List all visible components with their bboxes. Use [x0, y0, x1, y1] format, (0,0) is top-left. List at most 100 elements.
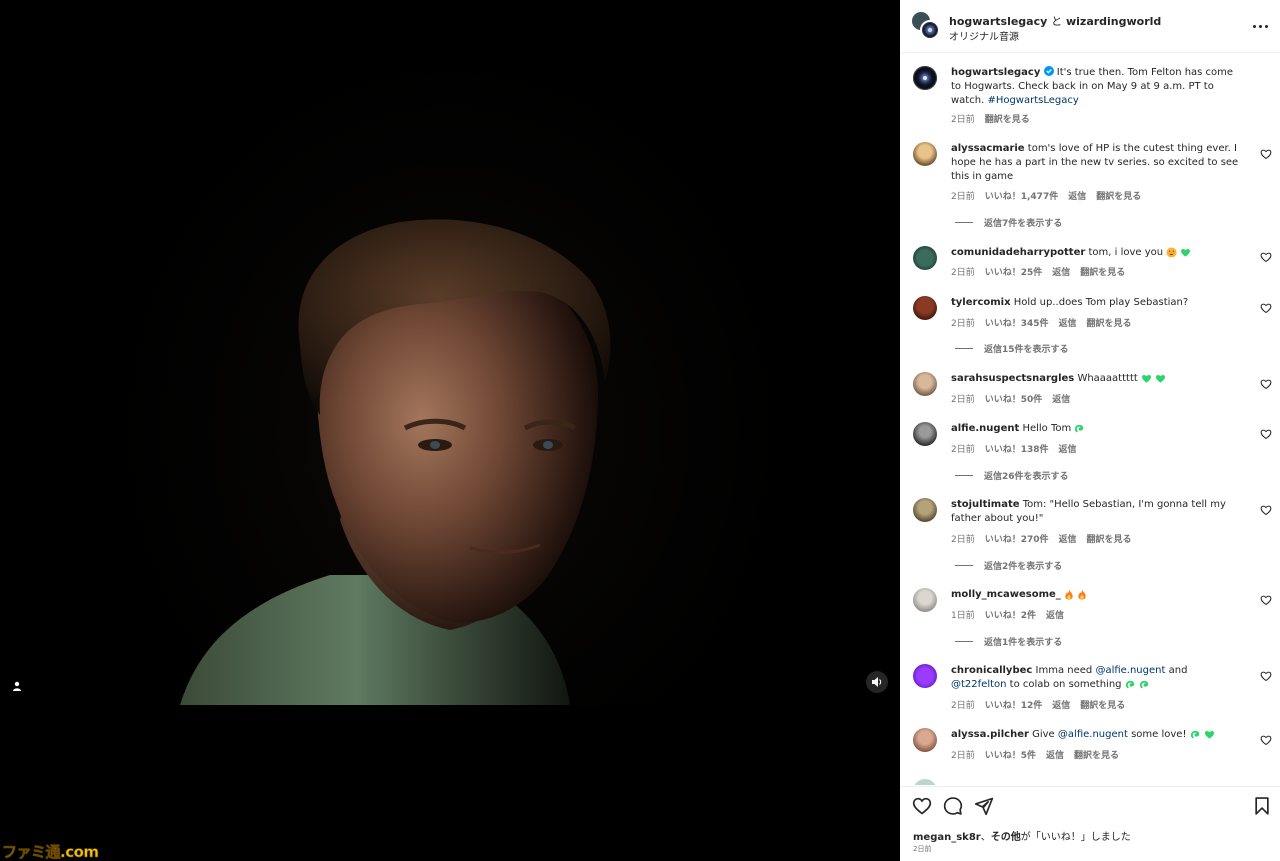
comment-like-heart-icon[interactable]	[1260, 251, 1272, 263]
comment-text: molly_mcawesome_	[951, 588, 1241, 602]
avatar[interactable]	[913, 728, 937, 752]
liked-by-user-link[interactable]: megan_sk8r	[913, 832, 981, 843]
like-count[interactable]: いいね！12件	[985, 698, 1043, 711]
avatar[interactable]	[913, 246, 937, 270]
more-options-button[interactable]	[1250, 16, 1270, 36]
reply-button[interactable]: 返信	[1052, 698, 1070, 711]
comment-username[interactable]: alyssacmarie	[951, 143, 1025, 154]
comment-username[interactable]: stojultimate	[951, 499, 1020, 510]
reply-button[interactable]: 返信	[1059, 532, 1077, 545]
view-replies-button[interactable]: 返信15件を表示する	[955, 342, 1069, 355]
comment-time: 2日前	[951, 115, 975, 125]
post-date: 2日前	[913, 845, 932, 853]
like-count[interactable]: いいね！345件	[985, 316, 1049, 329]
reply-button[interactable]: 返信	[1052, 265, 1070, 278]
video-player[interactable]	[0, 0, 900, 705]
avatar[interactable]	[913, 372, 937, 396]
post-authors: hogwartslegacy と wizardingworld	[949, 13, 1161, 29]
view-replies-button[interactable]: 返信7件を表示する	[955, 216, 1062, 229]
translate-link[interactable]: 翻訳を見る	[1087, 532, 1132, 545]
comment-like-heart-icon[interactable]	[1260, 734, 1272, 746]
reply-button[interactable]: 返信	[1052, 392, 1070, 405]
comment-like-heart-icon[interactable]	[1260, 378, 1272, 390]
view-replies-button[interactable]: 返信1件を表示する	[955, 635, 1062, 648]
comment-username[interactable]: tylercomix	[951, 297, 1011, 308]
avatar[interactable]	[913, 664, 937, 688]
comment-meta: 2日前 いいね！12件 返信 翻訳を見る	[951, 698, 1125, 711]
like-count[interactable]: いいね！138件	[985, 442, 1049, 455]
comment-username[interactable]: sarahsuspectsnargles	[951, 373, 1074, 384]
avatar[interactable]	[913, 498, 937, 522]
green-heart-icon	[1156, 374, 1166, 383]
avatar[interactable]	[913, 422, 937, 446]
translate-link[interactable]: 翻訳を見る	[1074, 748, 1119, 761]
like-heart-icon[interactable]	[912, 796, 932, 816]
snake-emoji-icon	[1190, 730, 1199, 738]
comment-username[interactable]: chronicallybec	[951, 665, 1032, 676]
comment-meta: 2日前 いいね！25件 返信 翻訳を見る	[951, 265, 1125, 278]
translate-link[interactable]: 翻訳を見る	[1080, 698, 1125, 711]
reply-button[interactable]: 返信	[1059, 316, 1077, 329]
mention-link[interactable]: @t22felton	[951, 679, 1006, 690]
comment-like-heart-icon[interactable]	[1260, 148, 1272, 160]
user-tag-button[interactable]	[6, 675, 28, 697]
comment-like-heart-icon[interactable]	[1260, 302, 1272, 314]
mention-link[interactable]: @alfie.nugent	[1058, 729, 1128, 740]
green-heart-icon	[1204, 730, 1214, 739]
comment-meta: 2日前 いいね！138件 返信	[951, 442, 1077, 455]
comment-icon[interactable]	[943, 796, 963, 816]
like-count[interactable]: いいね！50件	[985, 392, 1043, 405]
comment-like-heart-icon[interactable]	[1260, 670, 1272, 682]
like-count[interactable]: いいね！25件	[985, 265, 1043, 278]
audio-link[interactable]: オリジナル音源	[949, 28, 1019, 43]
avatar[interactable]	[913, 779, 937, 785]
sound-toggle-button[interactable]	[866, 671, 888, 693]
view-replies-button[interactable]: 返信2件を表示する	[955, 559, 1062, 572]
reply-button[interactable]: 返信	[1059, 442, 1077, 455]
hashtag-link[interactable]: #HogwartsLegacy	[987, 95, 1078, 106]
site-watermark: ファミ通.com	[2, 842, 100, 861]
avatar[interactable]	[913, 588, 937, 612]
author-link[interactable]: hogwartslegacy	[949, 15, 1047, 28]
comment-like-heart-icon[interactable]	[1260, 428, 1272, 440]
translate-link[interactable]: 翻訳を見る	[985, 112, 1030, 125]
translate-link[interactable]: 翻訳を見る	[1087, 316, 1132, 329]
more-icon	[1252, 24, 1256, 28]
reply-button[interactable]: 返信	[1046, 748, 1064, 761]
view-replies-button[interactable]: 返信26件を表示する	[955, 469, 1069, 482]
translate-link[interactable]: 翻訳を見る	[1096, 189, 1141, 202]
comment-username[interactable]: comunidadeharrypotter	[951, 247, 1085, 258]
comment-username[interactable]: hogwartslegacy	[951, 67, 1040, 78]
verified-icon	[1043, 66, 1054, 76]
liked-by-others-link[interactable]: その他	[991, 832, 1021, 843]
comment-meta: 2日前 いいね！5件 返信 翻訳を見る	[951, 748, 1119, 761]
comment-time: 2日前	[951, 268, 975, 278]
like-count[interactable]: いいね！5件	[985, 748, 1036, 761]
bookmark-icon[interactable]	[1252, 796, 1272, 816]
share-icon[interactable]	[974, 796, 994, 816]
like-count[interactable]: いいね！2件	[985, 608, 1036, 621]
comment-text: stojultimate Tom: "Hello Sebastian, I'm …	[951, 498, 1241, 526]
like-count[interactable]: いいね！270件	[985, 532, 1049, 545]
comment-username[interactable]: alyssa.pilcher	[951, 729, 1029, 740]
author-link[interactable]: wizardingworld	[1066, 15, 1161, 28]
reply-button[interactable]: 返信	[1068, 189, 1086, 202]
comment-text: chronicallybec Imma need @alfie.nugent a…	[951, 664, 1241, 692]
collab-avatars[interactable]	[912, 12, 940, 40]
avatar[interactable]	[913, 296, 937, 320]
avatar[interactable]	[913, 66, 937, 90]
like-count[interactable]: いいね！1,477件	[985, 189, 1058, 202]
mention-link[interactable]: @alfie.nugent	[1095, 665, 1165, 676]
comment-meta: 2日前 いいね！270件 返信 翻訳を見る	[951, 532, 1132, 545]
reply-button[interactable]: 返信	[1046, 608, 1064, 621]
comment-like-heart-icon[interactable]	[1260, 594, 1272, 606]
comment-username[interactable]: alfie.nugent	[951, 423, 1019, 434]
translate-link[interactable]: 翻訳を見る	[1080, 265, 1125, 278]
comments-list[interactable]: hogwartslegacy It's true then. Tom Felto…	[900, 54, 1280, 785]
comment-like-heart-icon[interactable]	[1260, 504, 1272, 516]
comment-username[interactable]: molly_mcawesome_	[951, 589, 1061, 600]
comment-meta: 2日前 いいね！345件 返信 翻訳を見る	[951, 316, 1132, 329]
avatar[interactable]	[913, 142, 937, 166]
media-area: ファミ通.com	[0, 0, 900, 861]
comment-text: alfie.nugent Hello Tom	[951, 422, 1241, 436]
